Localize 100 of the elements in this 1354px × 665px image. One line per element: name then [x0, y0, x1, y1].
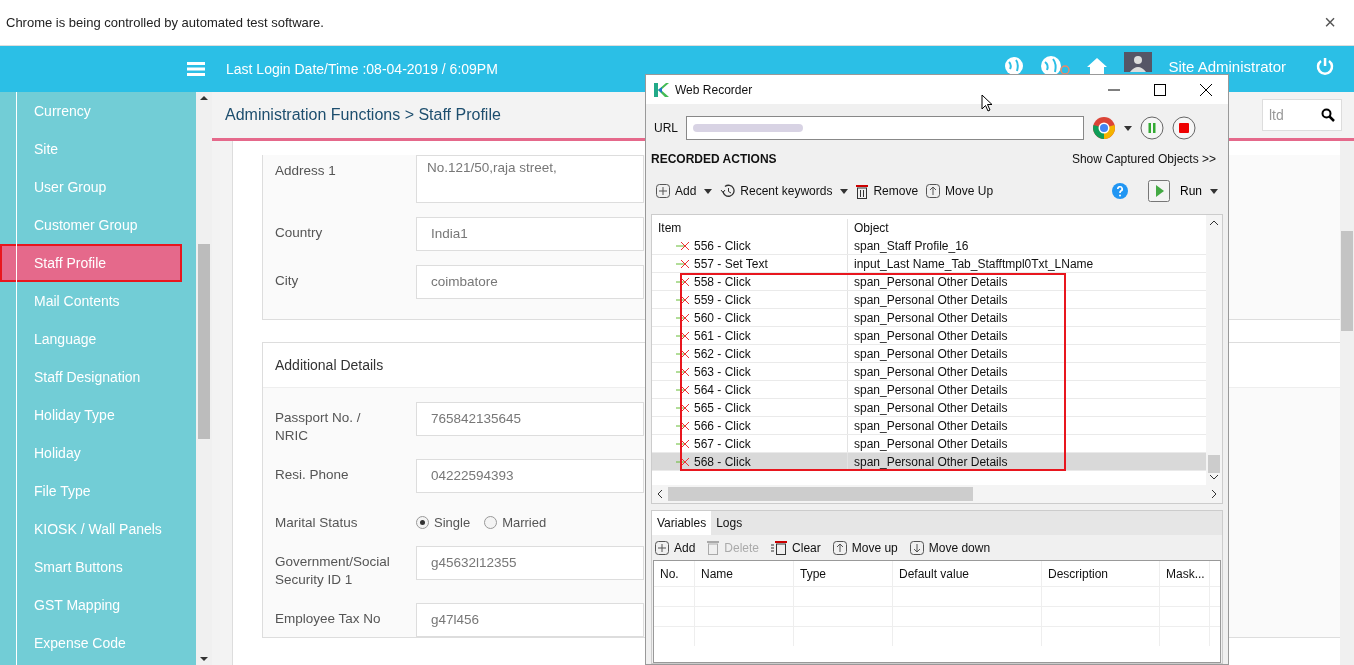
scrollbar[interactable] — [196, 92, 212, 665]
scrollbar-thumb[interactable] — [1341, 231, 1353, 331]
input-field[interactable]: g47l456 — [416, 603, 644, 637]
caret-icon[interactable] — [840, 188, 849, 194]
arrow-cross-icon — [676, 439, 690, 448]
toolbar-button[interactable]: Clear — [771, 540, 821, 555]
scroll-left-icon[interactable] — [656, 489, 664, 499]
caret-icon[interactable] — [1210, 188, 1218, 194]
table-cell-text: span_Personal Other Details — [853, 400, 1008, 415]
plus-icon — [656, 184, 670, 198]
input-field[interactable]: India1 — [416, 217, 644, 251]
input-field[interactable]: 765842135645 — [416, 402, 644, 436]
show-objects-link[interactable]: Show Captured Objects >> — [1071, 152, 1216, 166]
toolbar-button[interactable]: Remove — [856, 183, 919, 199]
column-header[interactable]: Object — [848, 221, 889, 235]
action-row[interactable]: 560 - Click span_Personal Other Details — [652, 309, 1206, 327]
scrollbar-thumb[interactable] — [1208, 455, 1220, 473]
action-row[interactable]: 557 - Set Text input_Last Name_Tab_Stafftmpl0Txt_LName — [652, 255, 1206, 273]
window-title: Web Recorder — [675, 82, 753, 97]
arrow-up-icon — [926, 184, 941, 198]
column-header[interactable]: Description — [1042, 561, 1160, 586]
field-label: Employee Tax No — [275, 610, 382, 628]
arrow-cross-icon — [676, 277, 690, 286]
toolbar-button[interactable]: Recent keywords — [720, 184, 833, 198]
toolbar-button[interactable]: Move up — [832, 540, 898, 555]
scroll-down-icon[interactable] — [1209, 473, 1219, 481]
close-icon[interactable] — [1200, 83, 1212, 96]
action-row[interactable]: 568 - Click span_Personal Other Details — [652, 453, 1206, 471]
action-row[interactable]: 562 - Click span_Personal Other Details — [652, 345, 1206, 363]
column-header[interactable]: Name — [695, 561, 794, 586]
table-cell: 556 - Click — [694, 238, 751, 253]
radio-label[interactable]: Single — [434, 515, 471, 530]
field-label: Address 1 — [275, 162, 337, 180]
column-header[interactable]: No. — [654, 561, 695, 586]
column-header[interactable]: Mask... — [1160, 561, 1210, 586]
toolbar-button[interactable]: Move down — [909, 540, 991, 555]
table-cell-text: span_Personal Other Details — [853, 454, 1008, 469]
table-cell: 566 - Click — [694, 418, 751, 433]
arrow-up-icon — [832, 540, 847, 555]
table-cell-text: span_Personal Other Details — [853, 274, 1008, 289]
caret-icon[interactable] — [1124, 125, 1132, 131]
arrow-cross-icon — [676, 241, 690, 250]
url-field[interactable] — [686, 116, 1084, 140]
chrome-icon[interactable] — [1092, 116, 1116, 140]
action-row[interactable]: 561 - Click span_Personal Other Details — [652, 327, 1206, 345]
column-header[interactable]: Type — [794, 561, 893, 586]
radio-button[interactable] — [416, 516, 429, 529]
maximize-icon[interactable] — [1154, 83, 1166, 96]
action-row[interactable]: 558 - Click span_Personal Other Details — [652, 273, 1206, 291]
run-button[interactable]: Run — [1136, 180, 1202, 202]
input-field[interactable]: g45632l12355 — [416, 546, 644, 580]
last-login-text: Last Login Date/Time :08-04-2019 / 6:09PM — [226, 61, 498, 77]
breadcrumb: Administration Functions > Staff Profile — [225, 106, 501, 124]
pause-button[interactable] — [1140, 116, 1164, 140]
table-cell: 565 - Click — [694, 400, 751, 415]
home-icon[interactable] — [1086, 56, 1109, 76]
table-cell: 557 - Set Text — [694, 256, 768, 271]
search-icon[interactable] — [1321, 108, 1335, 122]
radio-button[interactable] — [484, 516, 498, 529]
caret-icon[interactable] — [704, 188, 713, 194]
column-header[interactable]: Default value — [893, 561, 1042, 586]
table-cell-text: span_Personal Other Details — [853, 310, 1008, 325]
scroll-right-icon[interactable] — [1210, 489, 1218, 499]
arrow-cross-icon — [676, 457, 690, 466]
stop-button[interactable] — [1172, 116, 1196, 140]
table-cell: 562 - Click — [694, 346, 751, 361]
close-button[interactable]: × — [1320, 11, 1340, 34]
action-row[interactable]: 565 - Click span_Personal Other Details — [652, 399, 1206, 417]
trash-icon — [771, 540, 788, 555]
globe-icon[interactable] — [1004, 56, 1025, 76]
table-cell-text: span_Personal Other Details — [853, 364, 1008, 379]
arrow-cross-icon — [676, 349, 690, 358]
section-title: RECORDED ACTIONS — [651, 152, 777, 166]
scrollbar-thumb[interactable] — [668, 487, 973, 501]
input-field[interactable]: coimbatore — [416, 265, 644, 299]
action-row[interactable]: 556 - Click span_Staff Profile_16 — [652, 237, 1206, 255]
column-header[interactable]: Item — [652, 219, 848, 237]
arrow-cross-icon — [676, 421, 690, 430]
arrow-cross-icon — [676, 259, 690, 268]
address-field[interactable]: No.121/50,raja street, — [416, 155, 644, 203]
table-cell: 568 - Click — [694, 454, 751, 469]
toolbar-button[interactable]: Add — [656, 184, 697, 198]
toolbar-button[interactable]: Add — [655, 540, 696, 555]
radio-label[interactable]: Married — [502, 515, 547, 530]
trash-icon — [856, 183, 869, 199]
action-row[interactable]: 566 - Click span_Personal Other Details — [652, 417, 1206, 435]
input-field[interactable]: 04222594393 — [416, 459, 644, 493]
search-field[interactable]: ltd — [1262, 99, 1342, 131]
action-row[interactable]: 559 - Click span_Personal Other Details — [652, 291, 1206, 309]
help-icon[interactable] — [1112, 183, 1128, 199]
table-cell: 567 - Click — [694, 436, 751, 451]
url-label: URL — [654, 121, 678, 135]
scroll-up-icon[interactable] — [1209, 219, 1219, 227]
toolbar-button[interactable]: Move Up — [926, 184, 994, 198]
action-row[interactable]: 563 - Click span_Personal Other Details — [652, 363, 1206, 381]
action-row[interactable]: 564 - Click span_Personal Other Details — [652, 381, 1206, 399]
tab[interactable]: Variables — [652, 511, 712, 535]
tab[interactable]: Logs — [711, 511, 748, 535]
avatar-icon[interactable] — [1124, 52, 1153, 72]
arrow-cross-icon — [676, 385, 690, 394]
